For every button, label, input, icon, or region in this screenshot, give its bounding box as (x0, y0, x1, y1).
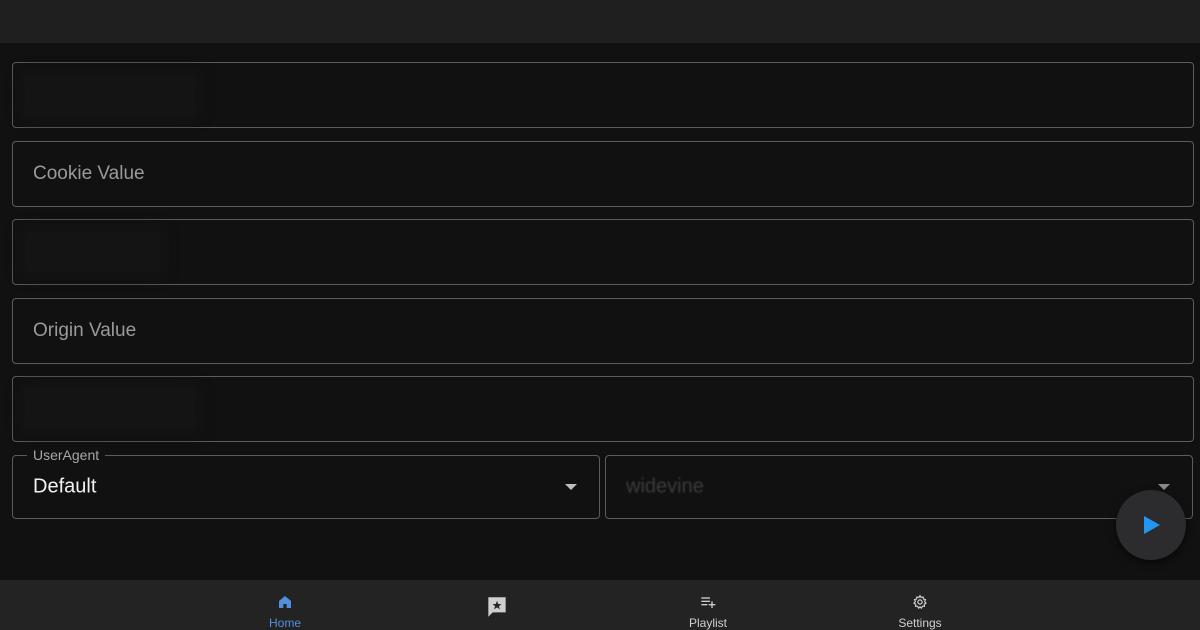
useragent-select[interactable]: UserAgent Default (12, 447, 600, 519)
obscured-field-label (25, 389, 195, 429)
nav-item-favorites[interactable] (442, 580, 552, 630)
nav-item-label: Home (268, 616, 301, 630)
url-input-field[interactable] (12, 62, 1194, 128)
obscured-field-label (25, 75, 195, 115)
chevron-down-icon (565, 484, 577, 490)
origin-input-field[interactable]: Origin Value (12, 298, 1194, 364)
playlist-add-icon (701, 597, 716, 608)
top-app-bar (0, 0, 1200, 43)
bottom-navigation: Home Playlist Settings (0, 580, 1200, 630)
obscured-field-label (25, 232, 160, 272)
drm-license-input-field[interactable] (12, 376, 1194, 442)
nav-item-label: Playlist (688, 616, 727, 630)
app-root: Cookie Value Origin Value UserAgent Defa… (0, 0, 1200, 630)
nav-item-home[interactable]: Home (230, 580, 340, 630)
referer-input-field[interactable] (12, 219, 1194, 285)
cookie-field-placeholder: Cookie Value (33, 163, 145, 184)
drm-scheme-select[interactable]: widevine (605, 455, 1193, 519)
home-icon (279, 596, 291, 608)
useragent-select-label: UserAgent (27, 447, 106, 463)
chevron-down-icon (1158, 484, 1170, 490)
nav-item-playlist[interactable]: Playlist (653, 580, 763, 630)
cookie-input-field[interactable]: Cookie Value (12, 141, 1194, 207)
nav-item-label: Settings (898, 616, 942, 630)
nav-item-settings[interactable]: Settings (865, 580, 975, 630)
settings-gear-icon (913, 594, 927, 610)
favorites-flag-icon (488, 597, 506, 617)
play-icon (1144, 516, 1160, 534)
play-button[interactable] (1116, 490, 1186, 560)
origin-field-placeholder: Origin Value (33, 320, 137, 341)
drm-scheme-select-value: widevine (626, 475, 704, 498)
useragent-select-value: Default (33, 475, 97, 498)
